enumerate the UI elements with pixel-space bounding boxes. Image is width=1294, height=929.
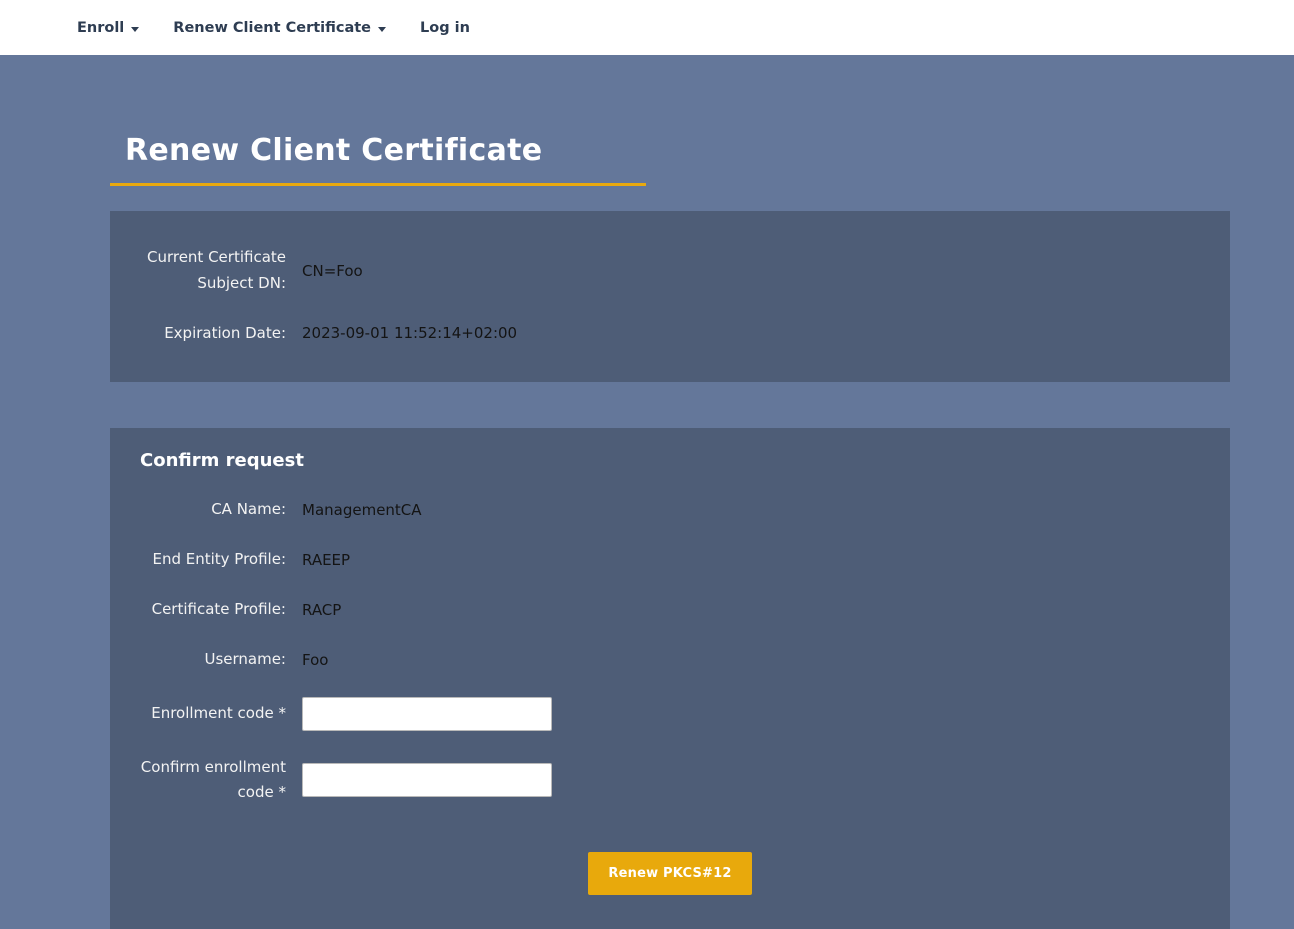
nav-item-renew-client-certificate[interactable]: Renew Client Certificate — [173, 20, 386, 36]
username-label: Username: — [110, 647, 286, 673]
form-row-enrollment-code: Enrollment code * — [110, 685, 1230, 743]
form-row-username: Username: Foo — [110, 635, 1230, 685]
page-title: Renew Client Certificate — [125, 133, 646, 169]
subject-dn-value: CN=Foo — [302, 262, 363, 280]
chevron-down-icon — [131, 27, 139, 32]
nav-item-login-label: Log in — [420, 20, 470, 36]
form-row-confirm-enrollment-code: Confirm enrollment code * — [110, 743, 1230, 819]
renew-pkcs12-button[interactable]: Renew PKCS#12 — [588, 852, 751, 895]
nav-item-enroll-label: Enroll — [77, 20, 124, 36]
confirm-enrollment-code-input[interactable] — [302, 763, 552, 797]
certificate-profile-label: Certificate Profile: — [110, 597, 286, 623]
nav-item-renew-label: Renew Client Certificate — [173, 20, 371, 36]
form-row-subject-dn: Current Certificate Subject DN: CN=Foo — [110, 233, 1230, 309]
expiration-date-value: 2023-09-01 11:52:14+02:00 — [302, 324, 517, 342]
confirm-enrollment-code-label: Confirm enrollment code * — [110, 755, 286, 807]
confirm-request-heading: Confirm request — [110, 444, 1230, 485]
confirm-request-panel: Confirm request CA Name: ManagementCA En… — [110, 428, 1230, 929]
subject-dn-label: Current Certificate Subject DN: — [110, 245, 286, 297]
form-row-certificate-profile: Certificate Profile: RACP — [110, 585, 1230, 635]
nav-item-log-in[interactable]: Log in — [420, 20, 470, 36]
form-row-ca-name: CA Name: ManagementCA — [110, 485, 1230, 535]
certificate-info-panel: Current Certificate Subject DN: CN=Foo E… — [110, 211, 1230, 382]
end-entity-profile-label: End Entity Profile: — [110, 547, 286, 573]
chevron-down-icon — [378, 27, 386, 32]
form-row-expiration-date: Expiration Date: 2023-09-01 11:52:14+02:… — [110, 309, 1230, 359]
ca-name-label: CA Name: — [110, 497, 286, 523]
page-title-underline: Renew Client Certificate — [110, 133, 646, 186]
username-value: Foo — [302, 651, 328, 669]
page-body: Renew Client Certificate Current Certifi… — [0, 55, 1294, 929]
nav-item-enroll[interactable]: Enroll — [77, 20, 139, 36]
top-navbar: Enroll Renew Client Certificate Log in — [0, 0, 1294, 55]
form-row-end-entity-profile: End Entity Profile: RAEEP — [110, 535, 1230, 585]
expiration-date-label: Expiration Date: — [110, 321, 286, 347]
ca-name-value: ManagementCA — [302, 501, 422, 519]
enrollment-code-input[interactable] — [302, 697, 552, 731]
button-row: Renew PKCS#12 — [110, 818, 1230, 919]
enrollment-code-label: Enrollment code * — [110, 701, 286, 727]
end-entity-profile-value: RAEEP — [302, 551, 350, 569]
certificate-profile-value: RACP — [302, 601, 341, 619]
